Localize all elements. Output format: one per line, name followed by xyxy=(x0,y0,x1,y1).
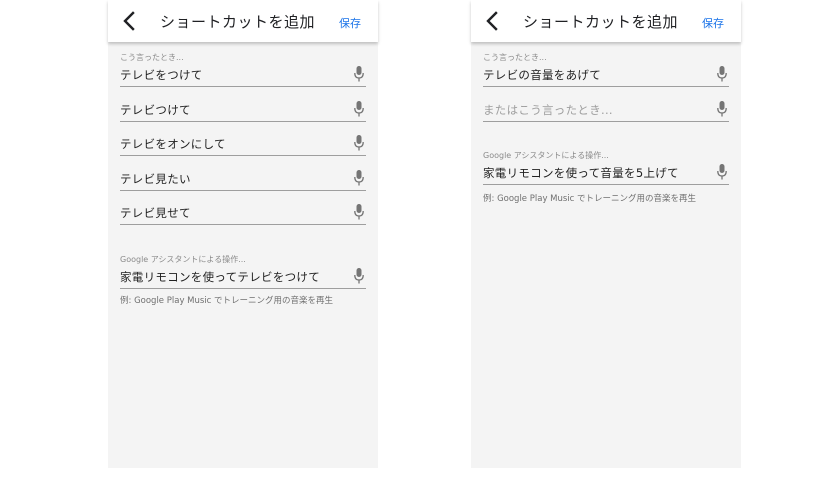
save-button[interactable]: 保存 xyxy=(339,15,361,31)
app-bar: ショートカットを追加 保存 xyxy=(471,0,741,42)
when-said-label: こう言ったとき... xyxy=(120,53,184,62)
microphone-icon[interactable] xyxy=(354,170,364,186)
example-hint: 例: Google Play Music でトレーニング用の音楽を再生 xyxy=(120,296,334,306)
phrase-text: テレビをオンにして xyxy=(120,137,226,151)
shortcut-form: こう言ったとき... テレビをつけて テレビつけて テレビをオンにして テレビ見… xyxy=(108,42,378,468)
microphone-icon[interactable] xyxy=(717,101,727,117)
phrase-field[interactable]: テレビ見たい xyxy=(120,168,366,191)
phrase-text: テレビの音量をあげて xyxy=(483,68,601,82)
page-title: ショートカットを追加 xyxy=(160,13,316,31)
phrase-text: テレビ見たい xyxy=(120,172,191,186)
arrow-back-icon[interactable] xyxy=(120,10,140,32)
shortcut-form: こう言ったとき... テレビの音量をあげて またはこう言ったとき... Goog… xyxy=(471,42,741,468)
assistant-action-label: Google アシスタントによる操作... xyxy=(120,255,246,264)
phrase-field[interactable]: テレビをオンにして xyxy=(120,133,366,156)
phrase-text: テレビをつけて xyxy=(120,68,203,82)
phrase-field[interactable]: テレビ見せて xyxy=(120,202,366,225)
page-title: ショートカットを追加 xyxy=(523,13,679,31)
save-button[interactable]: 保存 xyxy=(702,15,724,31)
arrow-back-icon[interactable] xyxy=(483,10,503,32)
shortcut-screen-2: ショートカットを追加 保存 こう言ったとき... テレビの音量をあげて またはこ… xyxy=(471,0,741,468)
phrase-placeholder: またはこう言ったとき... xyxy=(483,103,613,117)
phrase-input-empty[interactable]: またはこう言ったとき... xyxy=(483,99,729,122)
phrase-text: テレビつけて xyxy=(120,103,191,117)
when-said-label: こう言ったとき... xyxy=(483,53,547,62)
shortcut-screen-1: ショートカットを追加 保存 こう言ったとき... テレビをつけて テレビつけて … xyxy=(108,0,378,468)
microphone-icon[interactable] xyxy=(354,135,364,151)
microphone-icon[interactable] xyxy=(717,66,727,82)
phrase-field[interactable]: テレビをつけて xyxy=(120,64,366,87)
app-bar: ショートカットを追加 保存 xyxy=(108,0,378,42)
microphone-icon[interactable] xyxy=(354,268,364,284)
action-text: 家電リモコンを使って音量を5上げて xyxy=(483,166,679,180)
microphone-icon[interactable] xyxy=(354,101,364,117)
microphone-icon[interactable] xyxy=(354,66,364,82)
phrase-field[interactable]: テレビの音量をあげて xyxy=(483,64,729,87)
assistant-action-label: Google アシスタントによる操作... xyxy=(483,151,609,160)
action-text: 家電リモコンを使ってテレビをつけて xyxy=(120,270,321,284)
action-field[interactable]: 家電リモコンを使ってテレビをつけて xyxy=(120,266,366,289)
action-field[interactable]: 家電リモコンを使って音量を5上げて xyxy=(483,162,729,185)
phrase-field[interactable]: テレビつけて xyxy=(120,99,366,122)
microphone-icon[interactable] xyxy=(717,164,727,180)
example-hint: 例: Google Play Music でトレーニング用の音楽を再生 xyxy=(483,194,697,204)
phrase-text: テレビ見せて xyxy=(120,206,191,220)
microphone-icon[interactable] xyxy=(354,204,364,220)
